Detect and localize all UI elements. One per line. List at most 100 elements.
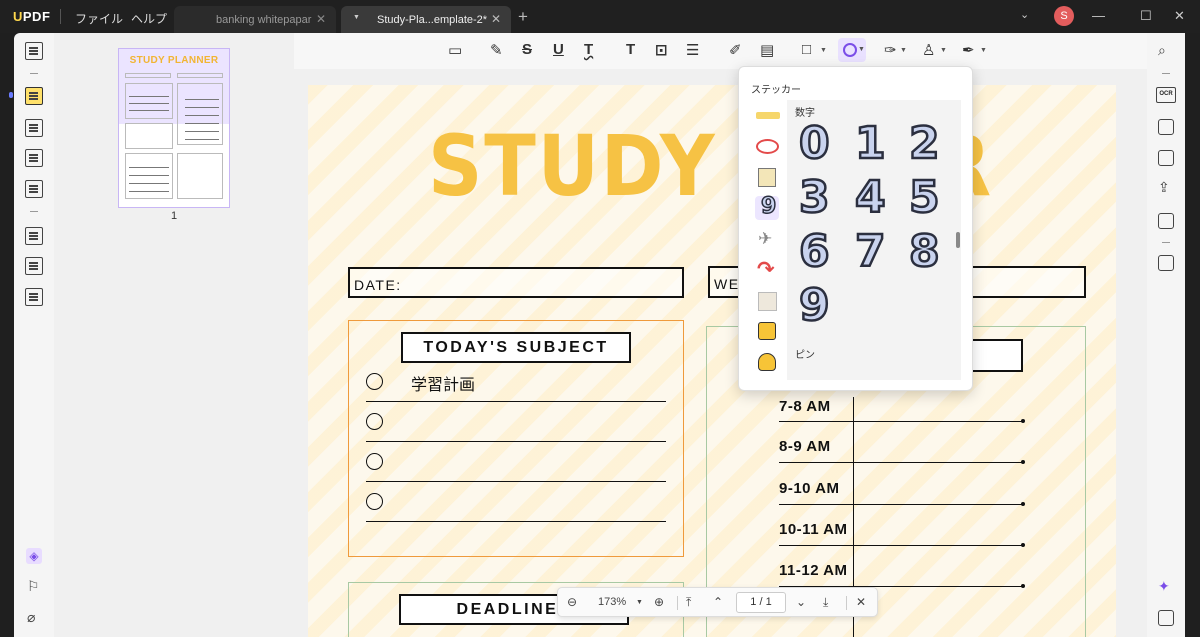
- layers-icon[interactable]: ◈: [26, 548, 42, 564]
- squiggly-icon[interactable]: T: [584, 41, 593, 58]
- zoom-out-icon[interactable]: ⊖: [567, 595, 577, 609]
- sticker-category-tape[interactable]: [755, 103, 780, 127]
- sticker-number-3[interactable]: 3: [798, 171, 831, 225]
- share-icon[interactable]: ⇪: [1158, 179, 1170, 196]
- attachment-icon[interactable]: ⌀: [27, 609, 35, 626]
- thumb-line: [129, 167, 169, 168]
- chevron-down-icon[interactable]: ▼: [900, 47, 907, 54]
- close-icon[interactable]: ✕: [316, 12, 326, 26]
- time-line: [779, 545, 1023, 547]
- zoom-in-icon[interactable]: ⊕: [654, 595, 664, 609]
- date-field[interactable]: DATE:: [348, 267, 684, 298]
- todays-subject-panel: TODAY'S SUBJECT 学習計画: [348, 320, 684, 557]
- minimize-icon[interactable]: —: [1092, 8, 1105, 23]
- save-icon[interactable]: [1158, 255, 1174, 271]
- ai-assistant-icon[interactable]: ✦: [1158, 578, 1170, 595]
- task-checkbox[interactable]: [366, 373, 383, 390]
- sticker-tool-button[interactable]: ▼: [838, 38, 866, 62]
- document-area: ▭ ✎ S U T T ⊡ ☰ ✐ ▤ □ ▼ ▼ ✑ ▼ ♙ ▼ ✒ ▼ ST…: [294, 33, 1147, 637]
- text-box-icon[interactable]: ⊡: [655, 41, 668, 59]
- search-icon[interactable]: ⌕: [1158, 42, 1166, 59]
- convert-icon[interactable]: [1158, 119, 1174, 135]
- sticker-number-8[interactable]: 8: [908, 225, 941, 279]
- sticker-category-numbers[interactable]: 9: [755, 193, 779, 220]
- sticker-category-hand[interactable]: [755, 351, 779, 375]
- sticker-category-circle[interactable]: [755, 134, 779, 158]
- tab-banking-whitepaper[interactable]: banking whitepapar ✕: [174, 6, 336, 33]
- popup-scrollbar[interactable]: [956, 232, 960, 248]
- next-page-icon[interactable]: ⌄: [796, 595, 806, 609]
- page-thumbnail[interactable]: STUDY PLANNER: [118, 48, 230, 208]
- sticker-number-5[interactable]: 5: [908, 171, 941, 225]
- sticker-number-4[interactable]: 4: [854, 171, 887, 225]
- task-checkbox[interactable]: [366, 493, 383, 510]
- previous-page-icon[interactable]: ⌃: [713, 595, 723, 609]
- underline-icon[interactable]: U: [553, 41, 564, 58]
- first-page-icon[interactable]: ⤒: [686, 595, 691, 610]
- sticker-number-6[interactable]: 6: [798, 225, 831, 279]
- comment-tool-icon[interactable]: [25, 87, 43, 105]
- form-icon[interactable]: [25, 149, 43, 167]
- signature-icon[interactable]: ✒: [962, 41, 975, 59]
- pencil-icon[interactable]: ✐: [729, 41, 742, 59]
- sticker-number-1[interactable]: 1: [854, 117, 887, 171]
- chevron-down-icon[interactable]: ▼: [980, 47, 987, 54]
- crop-icon[interactable]: [25, 257, 43, 275]
- pages-icon[interactable]: [25, 227, 43, 245]
- highlight-icon[interactable]: ✎: [490, 41, 503, 59]
- text-icon[interactable]: T: [626, 41, 635, 58]
- comment-toolbar: ▭ ✎ S U T T ⊡ ☰ ✐ ▤ □ ▼ ▼ ✑ ▼ ♙ ▼ ✒ ▼: [294, 33, 1147, 69]
- chevron-down-icon[interactable]: ▼: [636, 599, 643, 606]
- new-tab-icon[interactable]: +: [518, 7, 528, 27]
- menu-file[interactable]: ファイル: [75, 10, 123, 27]
- sticker-category-notepad[interactable]: [755, 165, 779, 189]
- page-number-input[interactable]: 1 / 1: [736, 592, 786, 613]
- pin-icon[interactable]: ✑: [884, 41, 897, 59]
- compare-icon[interactable]: [25, 288, 43, 306]
- sticker-number-2[interactable]: 2: [908, 117, 941, 171]
- close-icon[interactable]: ✕: [491, 12, 501, 26]
- close-window-icon[interactable]: ✕: [1174, 8, 1185, 24]
- organize-icon[interactable]: [25, 180, 43, 198]
- stamp-icon[interactable]: ♙: [922, 41, 935, 59]
- number-category-icon: 9: [760, 193, 777, 220]
- comment-icon[interactable]: ▭: [448, 41, 462, 59]
- shape-icon[interactable]: □: [802, 41, 811, 58]
- nav-separator: [846, 596, 847, 610]
- email-icon[interactable]: [1158, 213, 1174, 229]
- chevron-down-icon[interactable]: ⌄: [1020, 8, 1029, 21]
- last-page-icon[interactable]: ⤓: [823, 595, 828, 610]
- sticker-number-7[interactable]: 7: [854, 225, 887, 279]
- sticker-category-arrow[interactable]: ↷: [755, 258, 779, 282]
- sticker-category-speech-bubble[interactable]: [755, 320, 779, 344]
- sticker-number-0[interactable]: 0: [798, 117, 831, 171]
- divider: [1162, 73, 1170, 74]
- chevron-down-icon[interactable]: ▼: [940, 47, 947, 54]
- comments-panel-icon[interactable]: [1158, 610, 1174, 626]
- eraser-icon[interactable]: ▤: [760, 41, 774, 59]
- sticker-category-note[interactable]: [755, 289, 779, 313]
- strikethrough-icon[interactable]: S: [522, 41, 532, 58]
- tab-dropdown-icon[interactable]: ▼: [353, 14, 360, 21]
- sticker-category-paper-plane[interactable]: ✈: [755, 227, 779, 251]
- zoom-level[interactable]: 173%: [598, 596, 626, 608]
- protect-icon[interactable]: [1158, 150, 1174, 166]
- edit-pdf-icon[interactable]: [25, 119, 43, 137]
- task-checkbox[interactable]: [366, 453, 383, 470]
- tab-study-planner[interactable]: ▼ Study-Pla...emplate-2* ✕: [341, 6, 511, 33]
- maximize-icon[interactable]: ☐: [1140, 8, 1152, 24]
- bookmark-icon[interactable]: ⚐: [27, 578, 40, 595]
- ocr-icon[interactable]: OCR: [1156, 87, 1176, 103]
- menu-help[interactable]: ヘルプ: [131, 10, 167, 27]
- text-callout-icon[interactable]: ☰: [686, 41, 699, 59]
- time-slot: 7-8 AM: [779, 398, 831, 415]
- sticker-number-9[interactable]: 9: [798, 279, 831, 333]
- current-page: 1: [750, 596, 757, 608]
- task-checkbox[interactable]: [366, 413, 383, 430]
- pdf-page[interactable]: STUDY PL R DATE: WE TODAY'S SUBJECT 学習計画…: [308, 85, 1116, 637]
- close-icon[interactable]: ✕: [856, 595, 866, 609]
- task-text[interactable]: 学習計画: [411, 371, 475, 395]
- chevron-down-icon[interactable]: ▼: [820, 47, 827, 54]
- avatar[interactable]: S: [1054, 6, 1074, 26]
- reader-icon[interactable]: [25, 42, 43, 60]
